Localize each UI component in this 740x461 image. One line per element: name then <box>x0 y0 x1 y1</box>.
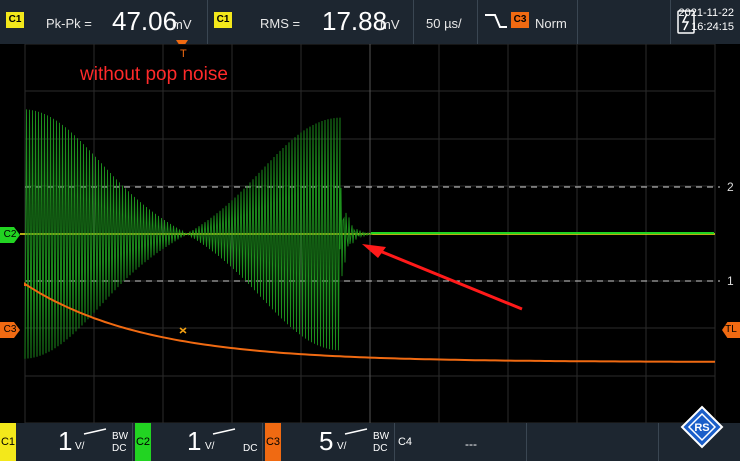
timebase-button[interactable]: 50 µs/ <box>414 0 478 44</box>
measurement-bar: C1 Pk-Pk = 47.06 mV C1 RMS = 17.88 mV 50… <box>0 0 740 49</box>
coupling-label: DC <box>373 443 388 454</box>
datetime: 2021-11-22 16:24:15 <box>679 6 734 34</box>
rohde-schwarz-logo-icon[interactable]: RS <box>680 405 724 449</box>
measure-label: RMS = <box>260 16 301 31</box>
channel-c3-settings[interactable]: C3 5 V/ BW DC <box>265 423 395 461</box>
trigger-mode: Norm <box>535 16 567 31</box>
channel-tag: C3 <box>265 423 281 461</box>
measurement-rms[interactable]: C1 RMS = 17.88 mV <box>208 0 414 44</box>
channel-tag: C1 <box>6 12 24 28</box>
trigger-source: C3 <box>511 12 529 28</box>
bandwidth-label: BW <box>373 431 390 442</box>
waveform-display[interactable]: T without pop noise C2 C3 TL 2 1 <box>0 43 740 424</box>
bandwidth-label: BW <box>112 431 129 442</box>
channel-bar: C1 1 V/ BW DC C2 1 V/ DC C3 5 V/ BW DC C… <box>0 423 740 461</box>
channel-c2-settings[interactable]: C2 1 V/ DC <box>135 423 263 461</box>
probe-icon <box>344 428 368 435</box>
measurement-pkpk[interactable]: C1 Pk-Pk = 47.06 mV <box>0 0 208 44</box>
channel-c1-settings[interactable]: C1 1 V/ BW DC <box>0 423 133 461</box>
waveform-canvas <box>20 43 720 424</box>
measure-unit: mV <box>172 17 192 32</box>
annotation-arrow <box>362 244 523 311</box>
grid-label-2: 2 <box>727 180 734 194</box>
channel-c4-settings[interactable]: C4 --- <box>397 423 527 461</box>
probe-icon <box>83 428 107 435</box>
scale-value: 1 <box>58 426 73 456</box>
empty-slot[interactable] <box>529 423 659 461</box>
falling-edge-icon <box>485 14 507 28</box>
trigger-button[interactable]: C3 Norm <box>478 0 578 44</box>
timebase-value: 50 µs/ <box>426 16 462 31</box>
coupling-label: DC <box>243 443 258 454</box>
channel-tag: C1 <box>214 12 232 28</box>
scale-value: 5 <box>319 426 334 456</box>
scale-unit: V/ <box>205 441 215 452</box>
channel-tag: C1 <box>0 423 16 461</box>
channel-tag: C2 <box>135 423 151 461</box>
measure-unit: mV <box>380 17 400 32</box>
divider <box>670 0 671 44</box>
annotation-text: without pop noise <box>80 64 228 85</box>
svg-text:RS: RS <box>694 422 709 434</box>
grid-label-1: 1 <box>727 274 734 288</box>
coupling-label: DC <box>112 443 127 454</box>
probe-icon <box>212 428 236 435</box>
channel-tag: C4 <box>397 436 413 448</box>
time: 16:24:15 <box>691 21 734 33</box>
scale-value: --- <box>465 437 477 451</box>
scale-unit: V/ <box>75 441 85 452</box>
measure-label: Pk-Pk = <box>46 16 92 31</box>
trigger-marker-label: T <box>180 48 187 60</box>
measure-value: 17.88 <box>322 6 388 36</box>
date: 2021-11-22 <box>678 7 734 19</box>
scale-value: 1 <box>187 426 202 456</box>
measure-value: 47.06 <box>112 6 178 36</box>
scale-unit: V/ <box>337 441 347 452</box>
